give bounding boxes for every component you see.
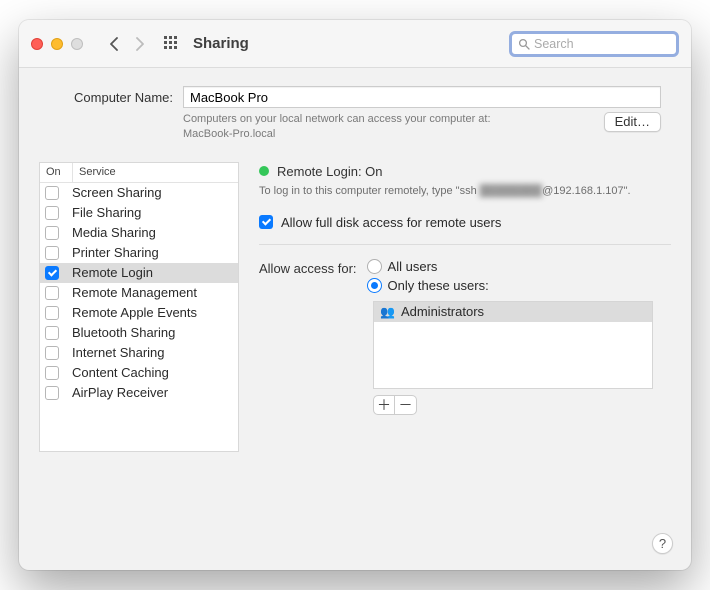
access-label: Allow access for: <box>259 259 357 276</box>
content-area: Computer Name: Computers on your local n… <box>19 68 691 570</box>
search-field-wrap[interactable] <box>509 31 679 57</box>
remove-user-button[interactable]: － <box>395 395 417 415</box>
minimize-window-button[interactable] <box>51 38 63 50</box>
allow-full-disk-checkbox[interactable] <box>259 215 273 229</box>
group-icon: 👥 <box>380 305 395 319</box>
user-list[interactable]: 👥 Administrators <box>373 301 653 389</box>
service-list: On Service Screen Sharing File Sharing Med… <box>39 162 239 452</box>
service-checkbox[interactable] <box>45 246 59 260</box>
service-row[interactable]: Media Sharing <box>40 223 238 243</box>
service-name: Printer Sharing <box>72 245 159 260</box>
detail-pane: Remote Login: On To log in to this compu… <box>259 162 671 570</box>
zoom-window-button <box>71 38 83 50</box>
service-row[interactable]: File Sharing <box>40 203 238 223</box>
service-row[interactable]: Bluetooth Sharing <box>40 323 238 343</box>
status-indicator-icon <box>259 166 269 176</box>
service-name: Remote Apple Events <box>72 305 197 320</box>
service-checkbox[interactable] <box>45 386 59 400</box>
service-checkbox[interactable] <box>45 346 59 360</box>
service-name: Remote Management <box>72 285 197 300</box>
service-checkbox[interactable] <box>45 306 59 320</box>
computer-name-input[interactable] <box>183 86 661 108</box>
search-input[interactable] <box>534 37 670 51</box>
show-all-icon[interactable] <box>159 31 185 57</box>
service-checkbox[interactable] <box>45 326 59 340</box>
service-row[interactable]: Remote Login <box>40 263 238 283</box>
close-window-button[interactable] <box>31 38 43 50</box>
column-on: On <box>40 163 73 182</box>
service-name: Media Sharing <box>72 225 156 240</box>
help-button[interactable]: ? <box>652 533 673 554</box>
service-row[interactable]: Screen Sharing <box>40 183 238 203</box>
edit-hostname-button[interactable]: Edit… <box>604 112 661 132</box>
radio-label: Only these users: <box>388 278 489 293</box>
service-row[interactable]: Content Caching <box>40 363 238 383</box>
login-hint: To log in to this computer remotely, typ… <box>259 185 671 197</box>
user-row[interactable]: 👥 Administrators <box>374 302 652 322</box>
search-icon <box>518 38 530 50</box>
allow-full-disk-label: Allow full disk access for remote users <box>281 215 501 230</box>
service-checkbox[interactable] <box>45 226 59 240</box>
service-row[interactable]: Remote Management <box>40 283 238 303</box>
sharing-preferences-window: Sharing Computer Name: Computers on your… <box>19 20 691 570</box>
radio-button[interactable] <box>367 278 382 293</box>
service-checkbox[interactable] <box>45 266 59 280</box>
service-row[interactable]: Printer Sharing <box>40 243 238 263</box>
access-option[interactable]: Only these users: <box>367 278 489 293</box>
service-checkbox[interactable] <box>45 286 59 300</box>
back-button[interactable] <box>101 31 127 57</box>
radio-label: All users <box>388 259 438 274</box>
column-service: Service <box>73 163 122 182</box>
radio-button[interactable] <box>367 259 382 274</box>
service-name: Content Caching <box>72 365 169 380</box>
traffic-lights <box>31 38 83 50</box>
computer-name-label: Computer Name: <box>49 90 173 105</box>
user-label: Administrators <box>401 304 484 319</box>
forward-button <box>127 31 153 57</box>
service-row[interactable]: Remote Apple Events <box>40 303 238 323</box>
service-name: AirPlay Receiver <box>72 385 168 400</box>
service-name: Remote Login <box>72 265 153 280</box>
window-title: Sharing <box>193 35 249 52</box>
add-user-button[interactable]: ＋ <box>373 395 395 415</box>
titlebar: Sharing <box>19 20 691 68</box>
service-name: File Sharing <box>72 205 141 220</box>
service-checkbox[interactable] <box>45 366 59 380</box>
service-name: Screen Sharing <box>72 185 162 200</box>
service-checkbox[interactable] <box>45 186 59 200</box>
service-row[interactable]: AirPlay Receiver <box>40 383 238 403</box>
access-option[interactable]: All users <box>367 259 489 274</box>
service-row[interactable]: Internet Sharing <box>40 343 238 363</box>
service-name: Internet Sharing <box>72 345 165 360</box>
computer-name-hint: Computers on your local network can acce… <box>183 112 594 142</box>
service-name: Bluetooth Sharing <box>72 325 175 340</box>
service-checkbox[interactable] <box>45 206 59 220</box>
status-text: Remote Login: On <box>277 164 383 179</box>
